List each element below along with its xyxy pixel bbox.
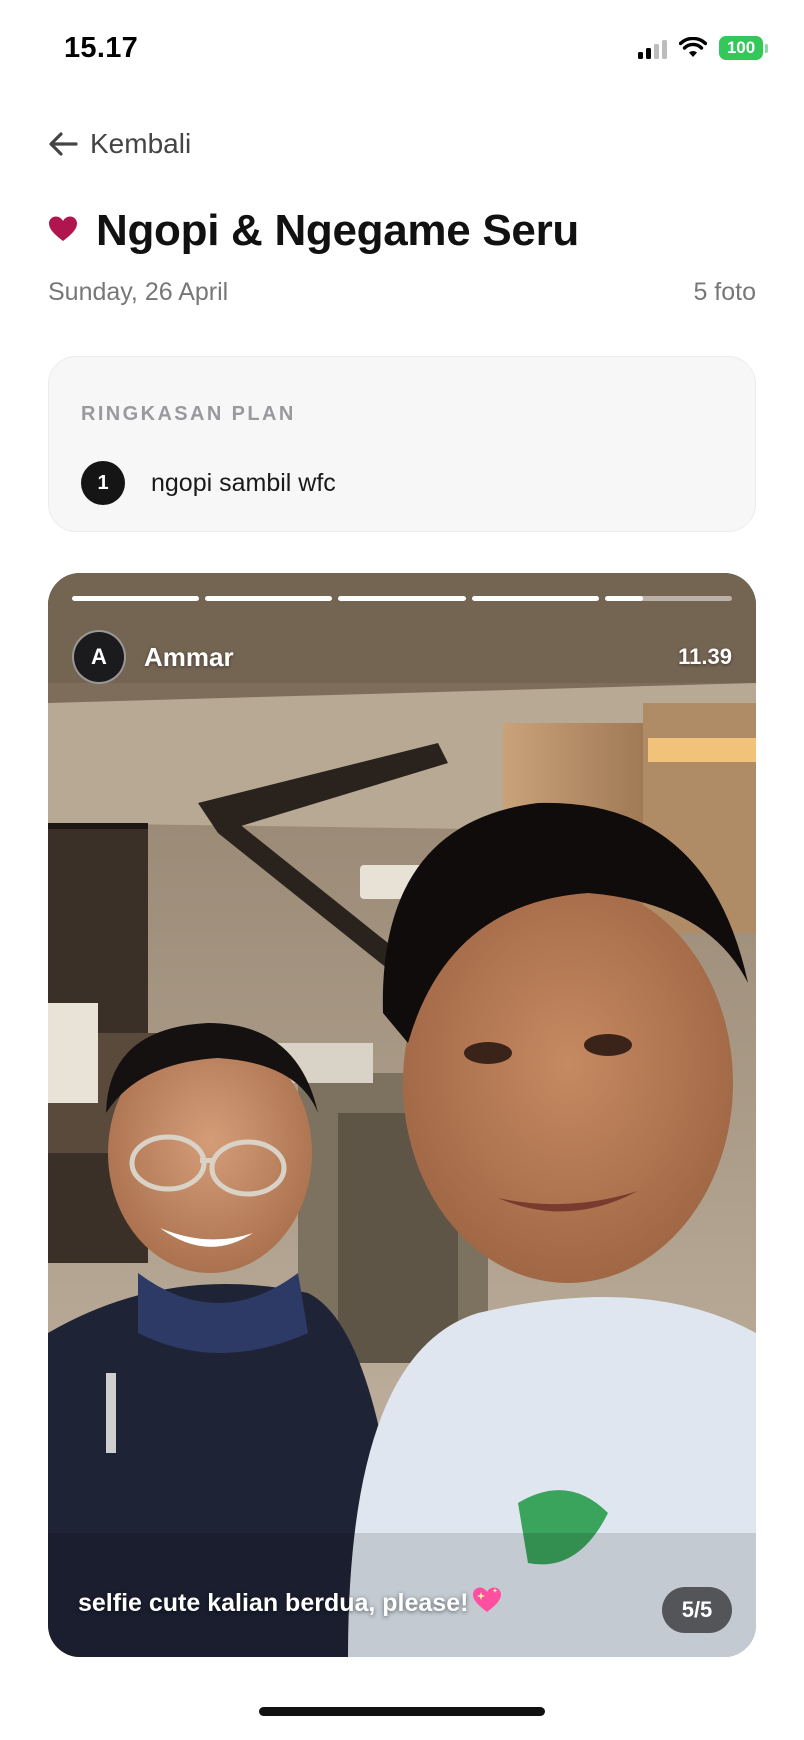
home-indicator[interactable] [259,1707,545,1716]
status-time: 15.17 [64,32,139,64]
plan-item: 1 ngopi sambil wfc [81,461,336,505]
heart-icon [48,215,78,248]
story-caption-text: selfie cute kalian berdua, please! [78,1589,469,1617]
plan-item-text: ngopi sambil wfc [151,468,336,497]
summary-heading: RINGKASAN PLAN [81,403,296,425]
story-progress-segment [205,596,333,601]
battery-icon: 100 [719,36,768,60]
story-progress-segment [471,596,599,601]
story-progress-fill [604,596,643,601]
story-progress-fill [72,596,200,601]
page-header: Ngopi & Ngegame Seru [48,206,579,256]
story-progress-fill [338,596,466,601]
story-author[interactable]: Ammar [144,642,234,673]
event-date: Sunday, 26 April [48,278,229,306]
status-icons: 100 [638,36,768,60]
meta-row: Sunday, 26 April 5 foto [48,278,756,307]
story-progress-fill [471,596,599,601]
story-photo[interactable] [48,573,756,1657]
avatar[interactable]: A [72,630,126,684]
story-progress-segment [72,596,200,601]
story-viewer[interactable]: A Ammar 11.39 selfie cute kalian berdua,… [48,573,756,1657]
story-caption: selfie cute kalian berdua, please! [78,1586,502,1621]
story-progress [72,596,733,601]
cellular-signal-icon [638,37,667,59]
arrow-left-icon [48,131,78,157]
plan-item-number: 1 [81,461,125,505]
story-header: A Ammar 11.39 [72,630,732,684]
story-progress-segment [604,596,733,601]
plan-summary-card: RINGKASAN PLAN 1 ngopi sambil wfc [48,356,756,532]
story-progress-fill [205,596,333,601]
story-time: 11.39 [678,644,732,669]
sparkling-heart-icon [472,1586,502,1621]
story-counter: 5/5 [662,1587,732,1633]
back-button[interactable]: Kembali [48,128,191,160]
back-label: Kembali [90,128,192,159]
page-title: Ngopi & Ngegame Seru [96,206,579,255]
photo-count: 5 foto [693,278,756,306]
battery-level: 100 [719,36,763,60]
wifi-icon [679,37,707,57]
story-progress-segment [338,596,466,601]
status-bar: 15.17 100 [0,0,804,96]
